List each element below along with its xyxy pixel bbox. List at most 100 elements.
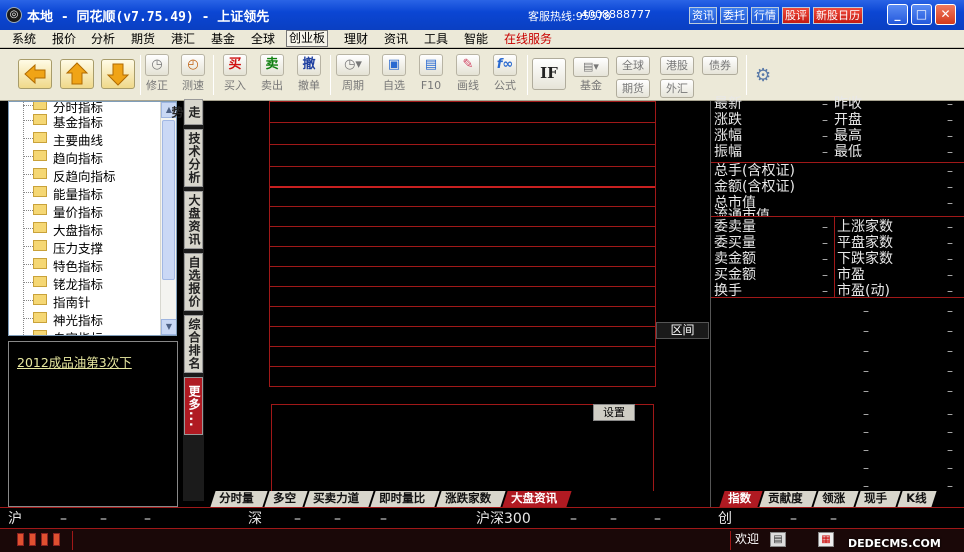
folder-icon: [33, 276, 47, 287]
menu-funds[interactable]: 基金: [209, 31, 237, 47]
title-button-news[interactable]: 资讯: [689, 7, 717, 24]
status-divider: [72, 531, 73, 550]
toolbar-f10-button[interactable]: ▤ F10: [413, 54, 449, 98]
market-sh-value: –: [144, 511, 151, 527]
signal-indicator-icon: [41, 533, 48, 546]
panel-divider: [711, 297, 964, 298]
tab-volume-ratio[interactable]: 即时量比: [370, 491, 440, 507]
vtab-market-info[interactable]: 大盘资讯: [184, 191, 203, 249]
market-gem-value: –: [790, 511, 797, 527]
status-divider: [730, 531, 731, 550]
tab-tick-volume[interactable]: 现手: [855, 491, 901, 507]
welcome-text: 欢迎: [735, 532, 760, 546]
menu-info[interactable]: 资讯: [382, 31, 410, 47]
gear-icon[interactable]: ⚙: [755, 66, 775, 86]
menu-futures[interactable]: 期货: [129, 31, 157, 47]
tab-volume[interactable]: 分时量: [210, 491, 268, 507]
label-decliners: 下跌家数: [837, 251, 893, 267]
up-arrow-icon[interactable]: [60, 59, 94, 89]
toolbar-speedtest-button[interactable]: ◴ 测速: [175, 54, 211, 98]
scroll-down-icon[interactable]: ▼: [161, 319, 176, 335]
tree-scrollbar[interactable]: ▲ ▼: [160, 102, 176, 335]
label-pe: 市盈: [837, 267, 865, 283]
grid-line: [270, 144, 655, 145]
detail-tab-strip: 指数 贡献度 领涨 现手 K线: [719, 491, 964, 507]
toolbar-formula-button[interactable]: f∞ 公式: [487, 54, 523, 98]
window-list-icon[interactable]: ▤: [770, 532, 786, 547]
vtab-trend[interactable]: 走势: [170, 99, 203, 125]
title-button-quotes[interactable]: 行情: [751, 7, 779, 24]
indicator-tree: 分时指标 基金指标 主要曲线 趋向指标 反趋向指标 能量指标 量价指标 大盘指标…: [8, 101, 177, 336]
toolbar-fund-label-wrap: 基金: [572, 54, 610, 98]
vtab-technical-analysis[interactable]: 技术分析: [184, 129, 203, 187]
panel-column-divider: [834, 216, 835, 297]
close-icon[interactable]: ✕: [935, 4, 956, 25]
menu-global[interactable]: 全球: [249, 31, 277, 47]
futures-button[interactable]: 期货: [616, 79, 650, 98]
value-dash: –: [947, 324, 953, 338]
vtab-watchlist-quotes[interactable]: 自选报价: [184, 253, 203, 311]
menu-gem[interactable]: 创业板: [286, 30, 329, 47]
hk-stocks-button[interactable]: 港股: [660, 56, 694, 75]
tab-contribution[interactable]: 贡献度: [759, 491, 817, 507]
menu-analysis[interactable]: 分析: [89, 31, 117, 47]
menu-tools[interactable]: 工具: [422, 31, 450, 47]
toolbar-buy-button[interactable]: 买买入: [217, 54, 253, 98]
folder-icon: [33, 114, 47, 125]
bonds-button[interactable]: 债券: [702, 56, 738, 75]
grid-line: [270, 186, 655, 188]
value-open: –: [947, 113, 953, 127]
toolbar-sell-button[interactable]: 卖卖出: [254, 54, 290, 98]
value-ask-volume: –: [822, 220, 828, 234]
chart-tab-strip: 分时量 多空 买卖力道 即时量比 涨跌家数 大盘资讯: [205, 491, 709, 507]
menu-system[interactable]: 系统: [10, 31, 38, 47]
tab-long-short[interactable]: 多空: [264, 491, 308, 507]
toolbar-period-button[interactable]: ◷▾ 周期: [335, 54, 371, 98]
menu-hk-forex[interactable]: 港汇: [169, 31, 197, 47]
back-arrow-icon[interactable]: [18, 59, 52, 89]
value-dash: –: [947, 364, 953, 378]
toolbar-separator: [330, 55, 331, 95]
tab-market-info[interactable]: 大盘资讯: [502, 491, 572, 507]
value-dash: –: [863, 364, 869, 378]
toolbar: ◷ 修正 ◴ 测速 买买入 卖卖出 撤撤单 ◷▾ 周期 ▣ 自选 ▤ F10 ✎ 画线 f∞…: [0, 49, 964, 101]
watermark-text: DEDECMS.COM: [848, 537, 941, 550]
toolbar-watchlist-button[interactable]: ▣ 自选: [376, 54, 412, 98]
calendar-icon[interactable]: ▦: [818, 532, 834, 547]
interval-button[interactable]: 区间: [656, 322, 709, 339]
tab-kline[interactable]: K线: [897, 491, 937, 507]
minimize-icon[interactable]: _: [887, 4, 908, 25]
vtab-ranking[interactable]: 综合排名: [184, 315, 203, 373]
title-button-stock-review[interactable]: 股评: [782, 7, 810, 24]
toolbar-draw-line-button[interactable]: ✎ 画线: [450, 54, 486, 98]
menu-online-service[interactable]: 在线服务: [502, 31, 554, 47]
value-dash: –: [863, 344, 869, 358]
menu-smart[interactable]: 智能: [462, 31, 490, 47]
scroll-thumb[interactable]: [162, 120, 175, 280]
tab-top-gainers[interactable]: 领涨: [813, 491, 859, 507]
market-sh-value: –: [100, 511, 107, 527]
global-button[interactable]: 全球: [616, 56, 650, 75]
forex-button[interactable]: 外汇: [660, 79, 694, 98]
menu-quote[interactable]: 报价: [50, 31, 78, 47]
tab-index[interactable]: 指数: [719, 491, 763, 507]
title-button-order[interactable]: 委托: [720, 7, 748, 24]
settings-button[interactable]: 设置: [593, 404, 635, 421]
vtab-more[interactable]: 更多...: [184, 377, 203, 435]
system-status-bar: 欢迎 ▤ ▦ DEDECMS.COM: [0, 529, 964, 552]
toolbar-correct-button[interactable]: ◷ 修正: [139, 54, 175, 98]
grid-line: [270, 306, 655, 307]
hotline-number: 4008888777: [581, 8, 651, 21]
toolbar-cancel-order-button[interactable]: 撤撤单: [291, 54, 327, 98]
value-dash: –: [947, 443, 953, 457]
news-link[interactable]: 2012成品油第3次下: [17, 352, 132, 371]
maximize-icon[interactable]: □: [911, 4, 932, 25]
folder-icon: [33, 240, 47, 251]
title-button-ipo-calendar[interactable]: 新股日历: [813, 7, 863, 24]
down-arrow-icon[interactable]: [101, 59, 135, 89]
tab-advance-decline[interactable]: 涨跌家数: [436, 491, 506, 507]
tab-buy-sell-force[interactable]: 买卖力道: [304, 491, 374, 507]
menu-finance[interactable]: 理财: [342, 31, 370, 47]
if-futures-button[interactable]: IF: [532, 58, 566, 90]
folder-icon: [33, 258, 47, 269]
